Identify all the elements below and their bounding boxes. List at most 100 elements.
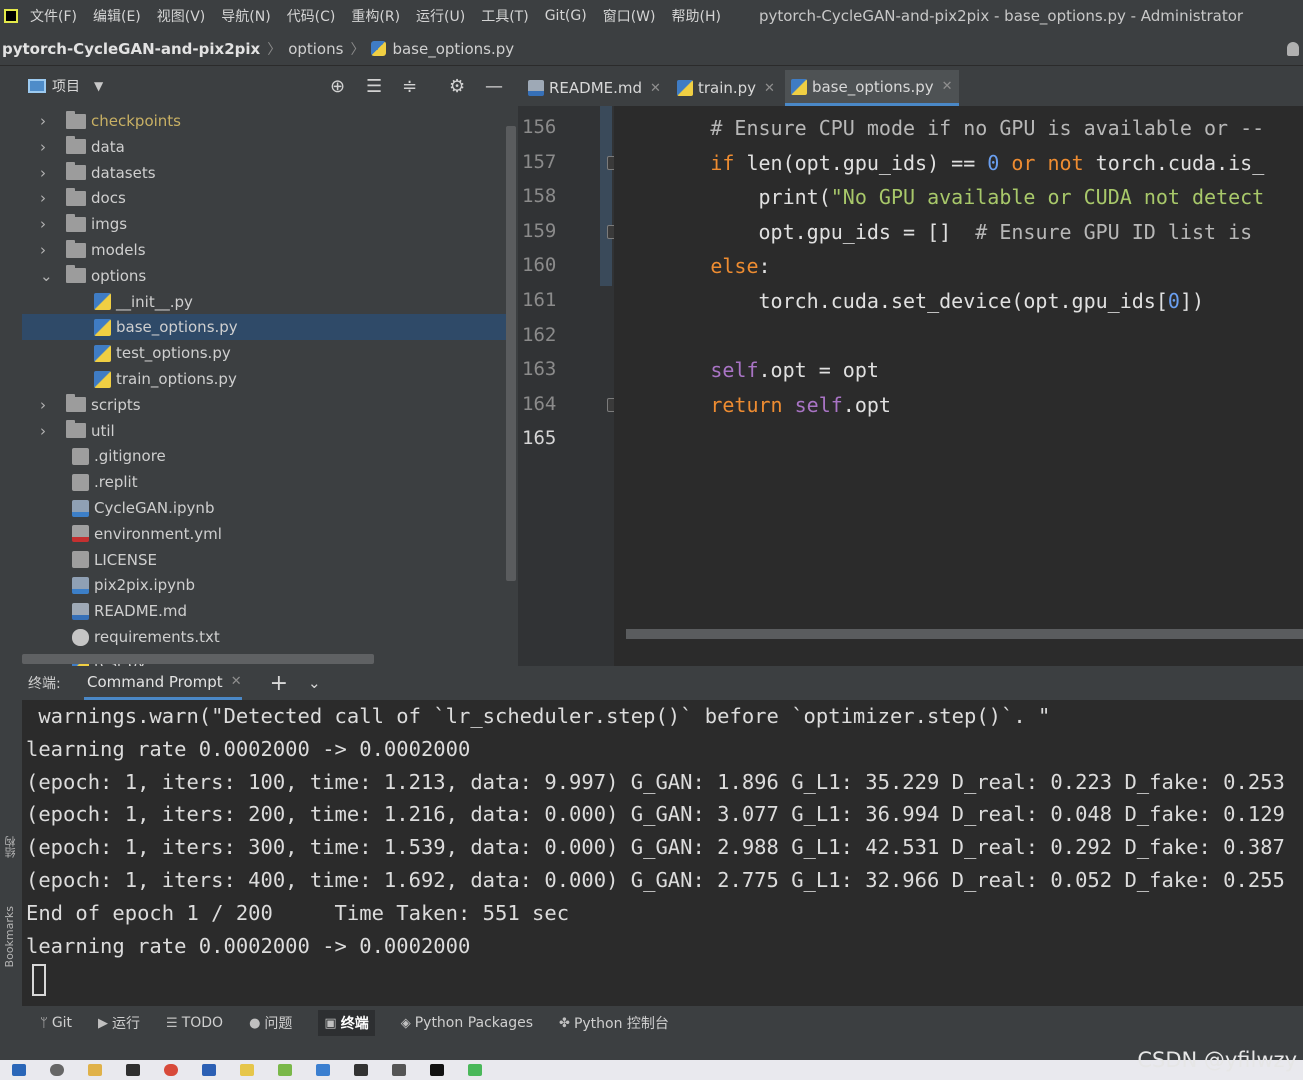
- tree-folder[interactable]: › datasets: [22, 160, 512, 186]
- tree-file[interactable]: environment.yml: [22, 521, 512, 547]
- code-editor[interactable]: # Ensure CPU mode if no GPU is available…: [614, 106, 1303, 666]
- app-icon[interactable]: [240, 1064, 254, 1076]
- menu-bar: 文件(F) 编辑(E) 视图(V) 导航(N) 代码(C) 重构(R) 运行(U…: [0, 0, 1303, 32]
- minimize-icon[interactable]: —: [485, 76, 503, 97]
- tree-file[interactable]: CycleGAN.ipynb: [22, 495, 512, 521]
- breadcrumb-folder[interactable]: options: [288, 40, 343, 58]
- breadcrumb-file[interactable]: base_options.py: [392, 40, 514, 58]
- tab-train[interactable]: train.py ✕: [671, 70, 781, 106]
- tree-file[interactable]: LICENSE: [22, 547, 512, 573]
- chevron-right-icon[interactable]: ›: [40, 241, 46, 259]
- menu-edit[interactable]: 编辑(E): [93, 6, 141, 26]
- menu-help[interactable]: 帮助(H): [671, 6, 720, 26]
- tab-base-options[interactable]: base_options.py ✕: [784, 70, 959, 106]
- terminal-output[interactable]: warnings.warn("Detected call of `lr_sche…: [22, 700, 1303, 1006]
- app-icon[interactable]: [278, 1064, 292, 1076]
- crosshair-locate-icon[interactable]: ⊕: [330, 76, 345, 97]
- menu-window[interactable]: 窗口(W): [603, 6, 656, 26]
- pycharm-icon[interactable]: [430, 1064, 444, 1076]
- tool-python-console[interactable]: ✤ Python 控制台: [559, 1013, 669, 1033]
- tree-folder[interactable]: › data: [22, 134, 512, 160]
- menu-run[interactable]: 运行(U): [416, 6, 465, 26]
- menu-code[interactable]: 代码(C): [287, 6, 336, 26]
- line-number: 159: [522, 219, 557, 242]
- expand-all-icon[interactable]: ☰: [366, 76, 382, 97]
- menu-file[interactable]: 文件(F): [30, 6, 77, 26]
- chevron-right-icon[interactable]: ›: [40, 189, 46, 207]
- close-icon[interactable]: ✕: [231, 674, 242, 689]
- chevron-right-icon[interactable]: ›: [40, 164, 46, 182]
- code-line: opt.gpu_ids = [] # Ensure GPU ID list is: [614, 219, 1253, 244]
- chevron-down-icon[interactable]: ▼: [94, 79, 103, 93]
- tool-run[interactable]: ▶ 运行: [98, 1013, 140, 1033]
- tool-terminal[interactable]: ▣ 终端: [318, 1010, 375, 1036]
- tree-item-label: data: [91, 137, 125, 156]
- tool-todo[interactable]: ☰ TODO: [166, 1015, 223, 1031]
- tool-git[interactable]: ᛘ Git: [40, 1015, 72, 1031]
- list-icon: ☰: [166, 1015, 178, 1031]
- project-horizontal-scrollbar[interactable]: [22, 654, 374, 664]
- windows-start-icon[interactable]: [12, 1064, 26, 1076]
- app-icon[interactable]: [316, 1064, 330, 1076]
- chevron-down-icon[interactable]: ⌄: [308, 674, 321, 692]
- chrome-icon[interactable]: [164, 1064, 178, 1076]
- file-explorer-icon[interactable]: [88, 1064, 102, 1076]
- tool-python-packages[interactable]: ◈ Python Packages: [401, 1015, 533, 1031]
- menu-view[interactable]: 视图(V): [157, 6, 206, 26]
- tree-folder[interactable]: › scripts: [22, 392, 512, 418]
- tree-folder[interactable]: › checkpoints: [22, 108, 512, 134]
- close-icon[interactable]: ✕: [650, 81, 661, 96]
- vcs-change-marker[interactable]: [600, 106, 612, 286]
- app-icon[interactable]: [468, 1064, 482, 1076]
- user-icon[interactable]: [1287, 42, 1299, 56]
- tree-file[interactable]: .replit: [22, 469, 512, 495]
- settings-icon[interactable]: [392, 1064, 406, 1076]
- project-panel-title[interactable]: 项目: [52, 76, 80, 96]
- chevron-right-icon[interactable]: ›: [40, 112, 46, 130]
- tree-folder[interactable]: › models: [22, 237, 512, 263]
- tree-folder[interactable]: › util: [22, 418, 512, 444]
- terminal-tab-command-prompt[interactable]: Command Prompt ✕: [84, 666, 242, 700]
- tree-item-label: .replit: [94, 473, 138, 492]
- structure-tool-button[interactable]: 结构: [3, 836, 19, 858]
- tree-folder[interactable]: › imgs: [22, 211, 512, 237]
- search-icon[interactable]: [50, 1064, 64, 1076]
- menu-navigate[interactable]: 导航(N): [221, 6, 270, 26]
- gear-icon[interactable]: ⚙: [449, 76, 465, 97]
- close-icon[interactable]: ✕: [942, 79, 953, 94]
- tree-file[interactable]: test_options.py: [22, 340, 512, 366]
- close-icon[interactable]: ✕: [764, 81, 775, 96]
- tree-file[interactable]: __init__.py: [22, 289, 512, 315]
- tree-folder[interactable]: › docs: [22, 185, 512, 211]
- collapse-all-icon[interactable]: ≑: [402, 76, 417, 97]
- tree-file[interactable]: README.md: [22, 598, 512, 624]
- app-icon[interactable]: [354, 1064, 368, 1076]
- tool-problems[interactable]: ● 问题: [249, 1013, 292, 1033]
- new-terminal-plus-icon[interactable]: +: [270, 671, 288, 696]
- tree-file[interactable]: .gitignore: [22, 443, 512, 469]
- breadcrumb-project[interactable]: pytorch-CycleGAN-and-pix2pix: [2, 40, 260, 58]
- chevron-right-icon[interactable]: ›: [40, 396, 46, 414]
- tab-label: README.md: [549, 79, 643, 97]
- tree-file[interactable]: requirements.txt: [22, 624, 512, 650]
- bookmarks-tool-button[interactable]: Bookmarks: [3, 906, 16, 967]
- code-line: else:: [614, 254, 771, 279]
- tab-readme[interactable]: README.md ✕: [522, 70, 667, 106]
- word-icon[interactable]: [202, 1064, 216, 1076]
- editor-horizontal-scrollbar[interactable]: [626, 629, 1303, 639]
- menu-git[interactable]: Git(G): [545, 8, 587, 24]
- chevron-right-icon[interactable]: ›: [40, 422, 46, 440]
- tree-file[interactable]: pix2pix.ipynb: [22, 572, 512, 598]
- tree-file[interactable]: train_options.py: [22, 366, 512, 392]
- tree-file[interactable]: base_options.py: [22, 314, 512, 341]
- menu-tools[interactable]: 工具(T): [481, 6, 528, 26]
- chevron-right-icon[interactable]: ›: [40, 138, 46, 156]
- menu-refactor[interactable]: 重构(R): [351, 6, 400, 26]
- app-icon[interactable]: [126, 1064, 140, 1076]
- chevron-down-icon[interactable]: ⌄: [40, 267, 53, 285]
- chevron-right-icon[interactable]: ›: [40, 215, 46, 233]
- git-branch-icon: ᛘ: [40, 1015, 48, 1031]
- tree-folder[interactable]: ⌄ options: [22, 263, 512, 289]
- project-vertical-scrollbar[interactable]: [506, 126, 516, 581]
- terminal-line: learning rate 0.0002000 -> 0.0002000: [26, 933, 471, 958]
